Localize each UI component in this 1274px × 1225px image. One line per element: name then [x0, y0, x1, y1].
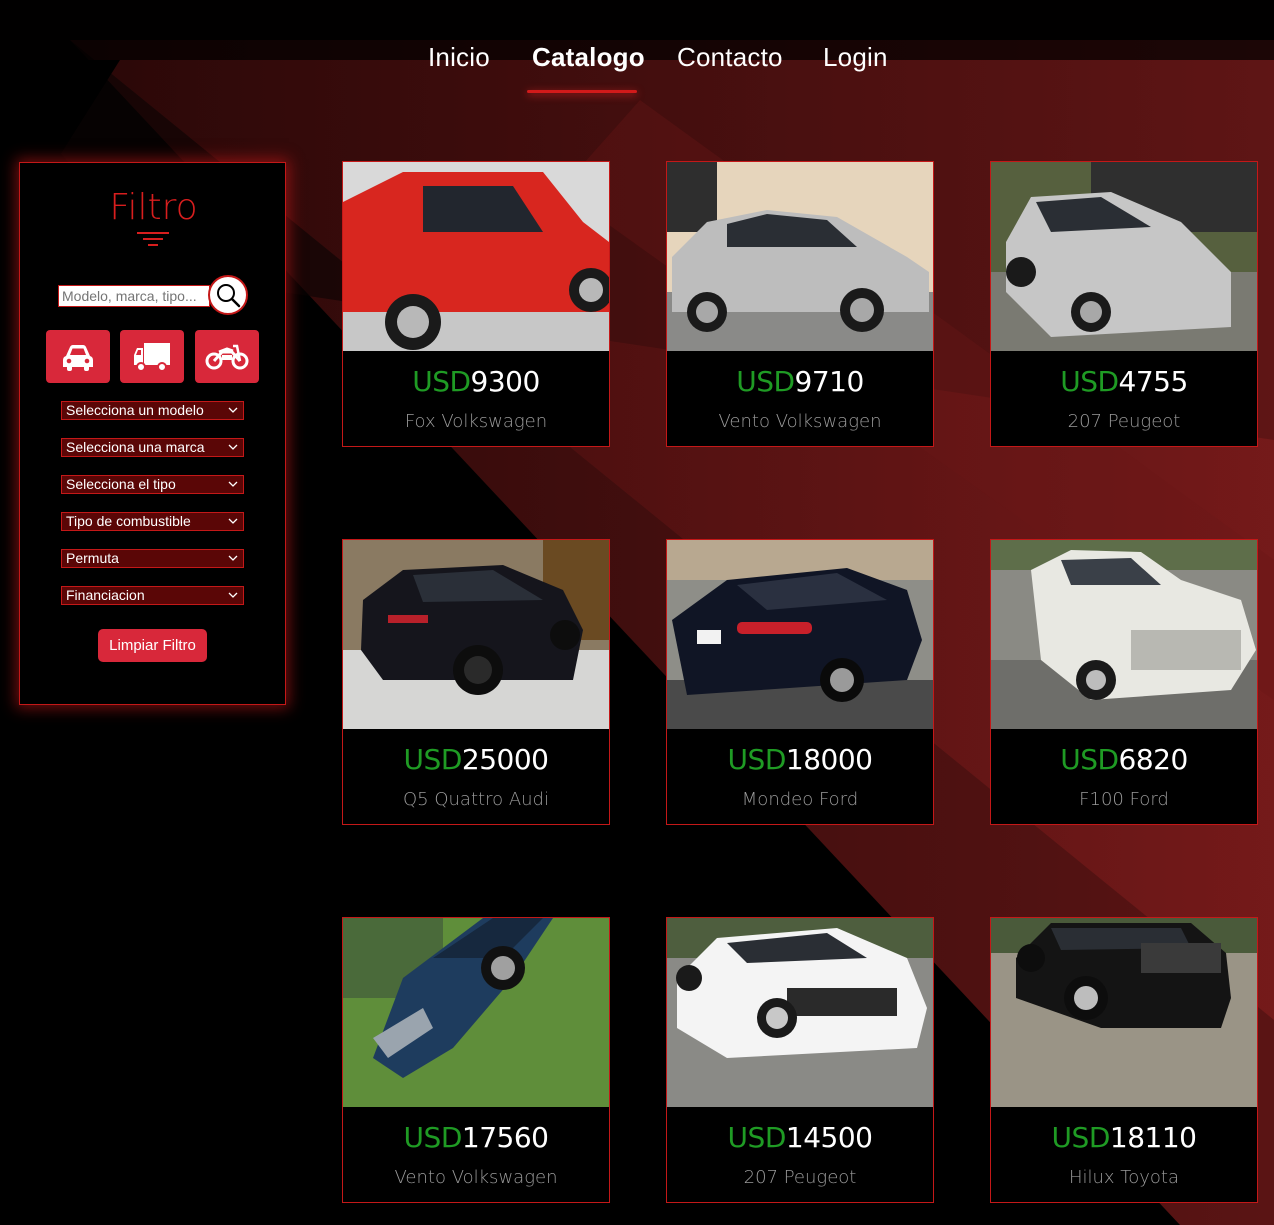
exchange-select[interactable]: Permuta [61, 549, 244, 568]
price-currency: USD [727, 743, 787, 776]
car-name: Q5 Quattro Audi [403, 789, 549, 810]
car-price: USD14500 [667, 1121, 933, 1154]
fuel-select-label: Tipo de combustible [66, 513, 191, 529]
car-name: F100 Ford [1079, 789, 1169, 810]
active-nav-indicator [527, 90, 637, 93]
car-name: Mondeo Ford [741, 789, 859, 810]
car-photo [667, 540, 933, 729]
nav-catalogo[interactable]: Catalogo [532, 42, 645, 73]
car-card[interactable]: USD9710 Vento Volkswagen [666, 161, 934, 447]
car-price: USD9300 [343, 365, 609, 398]
car-card[interactable]: USD9300 Fox Volkswagen [342, 161, 610, 447]
price-currency: USD [1051, 1121, 1111, 1154]
price-amount: 4755 [1118, 365, 1189, 398]
fuel-select[interactable]: Tipo de combustible [61, 512, 244, 531]
type-select[interactable]: Selecciona el tipo [61, 475, 244, 494]
price-amount: 17560 [461, 1121, 549, 1154]
chevron-down-icon [228, 518, 238, 524]
chevron-down-icon [228, 444, 238, 450]
car-name: Vento Volkswagen [394, 1167, 558, 1188]
car-price: USD18000 [667, 743, 933, 776]
car-photo [991, 162, 1257, 351]
car-type-button[interactable] [46, 330, 110, 383]
chevron-down-icon [228, 481, 238, 487]
price-currency: USD [412, 365, 471, 398]
car-card[interactable]: USD17560 Vento Volkswagen [342, 917, 610, 1203]
clear-filter-button[interactable]: Limpiar Filtro [98, 629, 207, 662]
price-currency: USD [403, 1121, 463, 1154]
car-photo [991, 918, 1257, 1107]
filter-panel: Filtro Modelo, marca, tipo... Selecciona… [19, 162, 286, 705]
search-input[interactable] [58, 285, 210, 307]
car-name: 207 Peugeot [743, 1167, 857, 1188]
exchange-select-label: Permuta [66, 550, 119, 566]
car-card[interactable]: USD18110 Hilux Toyota [990, 917, 1258, 1203]
price-amount: 14500 [785, 1121, 873, 1154]
car-card[interactable]: USD14500 207 Peugeot [666, 917, 934, 1203]
price-currency: USD [1060, 743, 1119, 776]
filter-title: Filtro [109, 187, 198, 228]
car-card[interactable]: USD18000 Mondeo Ford [666, 539, 934, 825]
model-select[interactable]: Selecciona un modelo [61, 401, 244, 420]
menu-lines-icon [137, 232, 169, 246]
car-price: USD25000 [343, 743, 609, 776]
top-nav: Inicio Catalogo Contacto Login [0, 0, 1274, 100]
car-card[interactable]: USD4755 207 Peugeot [990, 161, 1258, 447]
price-amount: 6820 [1118, 743, 1189, 776]
nav-contacto[interactable]: Contacto [677, 42, 783, 73]
search-icon [217, 284, 241, 308]
car-name: Fox Volkswagen [404, 411, 548, 432]
price-currency: USD [736, 365, 795, 398]
car-card[interactable]: USD6820 F100 Ford [990, 539, 1258, 825]
price-amount: 9300 [470, 365, 541, 398]
financing-select[interactable]: Financiacion [61, 586, 244, 605]
price-currency: USD [1060, 365, 1119, 398]
nav-inicio[interactable]: Inicio [428, 42, 490, 73]
brand-select[interactable]: Selecciona una marca [61, 438, 244, 457]
car-photo [343, 162, 609, 351]
price-amount: 9710 [794, 365, 865, 398]
car-price: USD6820 [991, 743, 1257, 776]
car-photo [667, 918, 933, 1107]
truck-icon [134, 342, 170, 372]
type-select-label: Selecciona el tipo [66, 476, 176, 492]
car-name: 207 Peugeot [1067, 411, 1181, 432]
search-button[interactable] [208, 275, 248, 315]
car-name: Vento Volkswagen [718, 411, 882, 432]
car-name: Hilux Toyota [1068, 1167, 1180, 1188]
brand-select-label: Selecciona una marca [66, 439, 205, 455]
price-amount: 18110 [1109, 1121, 1197, 1154]
car-card[interactable]: USD25000 Q5 Quattro Audi [342, 539, 610, 825]
car-price: USD4755 [991, 365, 1257, 398]
motorcycle-icon [205, 344, 249, 369]
price-currency: USD [403, 743, 463, 776]
car-photo [667, 162, 933, 351]
motorcycle-type-button[interactable] [195, 330, 259, 383]
chevron-down-icon [228, 407, 238, 413]
price-amount: 25000 [461, 743, 549, 776]
car-photo [991, 540, 1257, 729]
chevron-down-icon [228, 592, 238, 598]
chevron-down-icon [228, 555, 238, 561]
nav-login[interactable]: Login [823, 42, 888, 73]
model-select-label: Selecciona un modelo [66, 402, 204, 418]
price-currency: USD [727, 1121, 787, 1154]
car-price: USD9710 [667, 365, 933, 398]
truck-type-button[interactable] [120, 330, 184, 383]
car-photo [343, 918, 609, 1107]
car-price: USD18110 [991, 1121, 1257, 1154]
financing-select-label: Financiacion [66, 587, 145, 603]
car-price: USD17560 [343, 1121, 609, 1154]
car-icon [63, 344, 93, 371]
price-amount: 18000 [785, 743, 873, 776]
car-photo [343, 540, 609, 729]
